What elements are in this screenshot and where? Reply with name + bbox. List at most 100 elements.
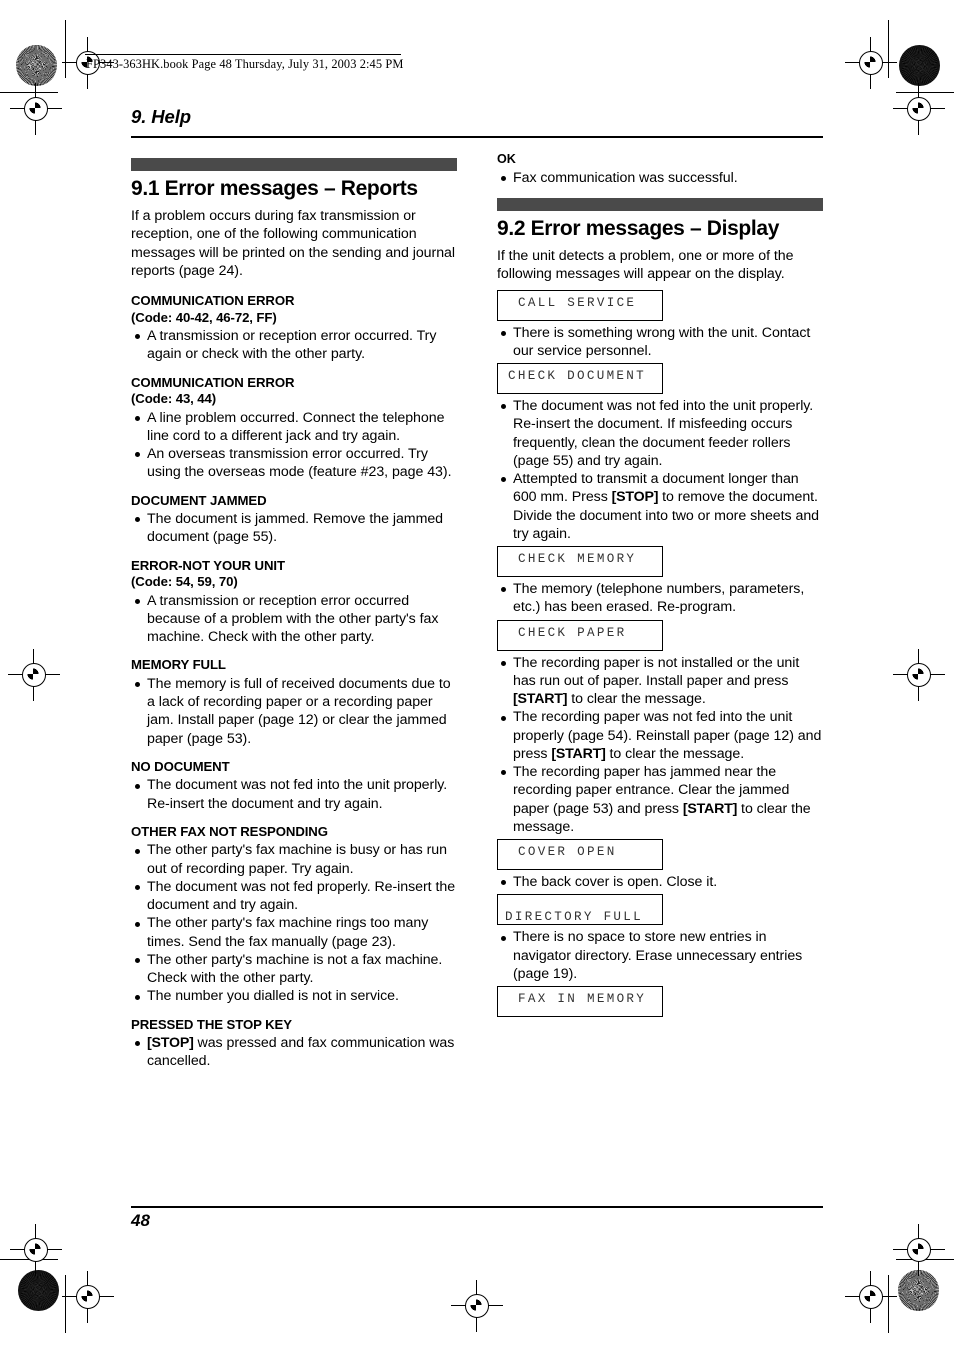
display-message-text: CHECK DOCUMENT [508, 369, 647, 384]
bullet-item: Attempted to transmit a document longer … [497, 470, 823, 543]
message-heading-ok: OK [497, 152, 516, 166]
document-page: FP343-363HK.book Page 48 Thursday, July … [0, 0, 954, 1351]
registration-mark-bottom-left-inner [62, 1271, 114, 1323]
message-heading: ERROR-NOT YOUR UNIT [131, 557, 285, 573]
bullet-item: The document was not fed into the unit p… [497, 397, 823, 470]
bullet-item: A transmission or reception error occurr… [131, 327, 457, 364]
bullet-item: The document was not fed into the unit p… [131, 776, 457, 813]
bullet-list: The recording paper is not installed or … [497, 654, 823, 837]
section-bar-9-2 [497, 197, 823, 211]
bullet-list: [STOP] was pressed and fax communication… [131, 1034, 457, 1071]
section-intro-9-1: If a problem occurs during fax transmiss… [131, 208, 455, 279]
display-message-box: COVER OPEN [497, 839, 663, 871]
footer-rule [131, 1206, 823, 1208]
display-message-box: FAX IN MEMORY [497, 986, 663, 1018]
left-entry-list: COMMUNICATION ERROR (Code: 40-42, 46-72, … [131, 293, 457, 1071]
registration-mark-bottom-left-outer [10, 1224, 62, 1276]
display-message-text: CHECK PAPER [518, 625, 627, 640]
key-label: [STOP] [611, 489, 659, 506]
chapter-title: 9. Help [131, 106, 191, 127]
message-code: (Code: 43, 44) [131, 391, 217, 407]
bullet-list: A transmission or reception error occurr… [131, 327, 457, 364]
display-message-box: CHECK DOCUMENT [497, 363, 663, 395]
page-number: 48 [131, 1211, 150, 1230]
display-message-text: CHECK MEMORY [518, 552, 637, 567]
display-message-box: CHECK PAPER [497, 619, 663, 651]
registration-mark-bottom-right-outer [893, 1224, 945, 1276]
message-heading: COMMUNICATION ERROR [131, 374, 295, 390]
bullet-item: An overseas transmission error occurred.… [131, 445, 457, 482]
registration-mark-bottom-right-inner [845, 1271, 897, 1323]
section-intro-9-2: If the unit detects a problem, one or mo… [497, 248, 794, 283]
key-label: [STOP] [147, 1035, 194, 1052]
display-message-box: DIRECTORY FULL [497, 894, 663, 926]
bullet-list: The document was not fed into the unit p… [131, 776, 457, 813]
bullet-item: The memory is full of received documents… [131, 675, 457, 748]
book-info-rule [85, 54, 401, 56]
bullet-item: The recording paper has jammed near the … [497, 763, 823, 836]
bullet-item: The other party's fax machine is busy or… [131, 841, 457, 878]
left-column: 9.1 Error messages – Reports If a proble… [131, 158, 457, 1071]
bullet-list: A line problem occurred. Connect the tel… [131, 409, 457, 482]
bullet-list: The document was not fed into the unit p… [497, 397, 823, 543]
message-heading: DOCUMENT JAMMED [131, 492, 267, 508]
key-label: [START] [551, 745, 606, 762]
bullet-item: There is no space to store new entries i… [497, 928, 823, 983]
halftone-dot-bottom-left [18, 1270, 59, 1311]
bullet-list: The back cover is open. Close it. [497, 873, 823, 891]
message-heading: OTHER FAX NOT RESPONDING [131, 823, 328, 839]
right-column: OK Fax communication was successful. 9.2… [497, 152, 823, 1020]
bullet-list: There is no space to store new entries i… [497, 928, 823, 983]
display-message-text: DIRECTORY FULL [505, 910, 644, 925]
book-info-text: FP343-363HK.book Page 48 Thursday, July … [86, 57, 404, 71]
bullet-item: The other party's machine is not a fax m… [131, 951, 457, 988]
bullet-item: The number you dialled is not in service… [131, 987, 457, 1005]
registration-mark-right-middle [893, 649, 945, 701]
message-heading: PRESSED THE STOP KEY [131, 1016, 292, 1032]
bullet-item: A line problem occurred. Connect the tel… [131, 409, 457, 446]
bullet-list: There is something wrong with the unit. … [497, 324, 823, 361]
section-title-9-1: 9.1 Error messages – Reports [131, 177, 418, 200]
bullet-item: The recording paper was not fed into the… [497, 708, 823, 763]
bullet-item: The recording paper is not installed or … [497, 654, 823, 709]
registration-mark-bottom-center [451, 1280, 503, 1332]
display-message-text: FAX IN MEMORY [518, 992, 647, 1007]
bullet-list: A transmission or reception error occurr… [131, 592, 457, 647]
bullet-list-ok: Fax communication was successful. [497, 169, 823, 187]
header-rule [131, 136, 823, 138]
bullet-item: A transmission or reception error occurr… [131, 592, 457, 647]
bullet-item: [STOP] was pressed and fax communication… [131, 1034, 457, 1071]
bullet-list: The memory (telephone numbers, parameter… [497, 580, 823, 617]
bullet-item: The document was not fed properly. Re-in… [131, 878, 457, 915]
bullet-item: The memory (telephone numbers, parameter… [497, 580, 823, 617]
registration-mark-top-left-outer [10, 83, 62, 135]
bullet-item: Fax communication was successful. [497, 169, 823, 187]
display-message-text: CALL SERVICE [518, 295, 637, 310]
message-heading: MEMORY FULL [131, 657, 226, 673]
message-code: (Code: 40-42, 46-72, FF) [131, 309, 277, 325]
bullet-item: The document is jammed. Remove the jamme… [131, 510, 457, 547]
display-message-box: CALL SERVICE [497, 289, 663, 321]
bullet-list: The document is jammed. Remove the jamme… [131, 510, 457, 547]
registration-mark-top-right-inner [845, 37, 897, 89]
key-label: [START] [513, 691, 568, 708]
halftone-dot-bottom-right [898, 1270, 939, 1311]
message-heading: COMMUNICATION ERROR [131, 293, 295, 309]
registration-mark-top-right-outer [893, 83, 945, 135]
bullet-list: The other party's fax machine is busy or… [131, 841, 457, 1005]
section-title-9-2: 9.2 Error messages – Display [497, 216, 780, 240]
bullet-item: The back cover is open. Close it. [497, 873, 823, 891]
section-bar-9-1 [131, 158, 457, 171]
bullet-item: The other party's fax machine rings too … [131, 914, 457, 951]
message-heading: NO DOCUMENT [131, 758, 230, 774]
display-message-box: CHECK MEMORY [497, 546, 663, 578]
bullet-item: There is something wrong with the unit. … [497, 324, 823, 361]
display-message-text: COVER OPEN [518, 845, 617, 860]
registration-mark-left-middle [8, 649, 60, 701]
